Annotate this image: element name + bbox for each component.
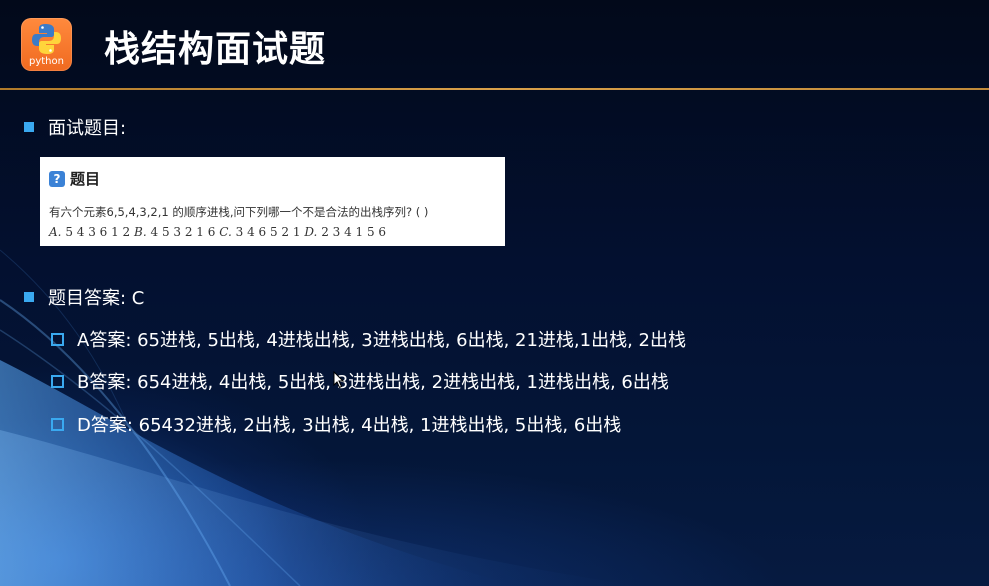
option-letter: A. bbox=[49, 225, 62, 239]
answer-text: A答案: 65进栈, 5出栈, 4进栈出栈, 3进栈出栈, 6出栈, 21进栈,… bbox=[77, 330, 687, 351]
option-letter: C. bbox=[219, 225, 232, 239]
bullet-square-icon bbox=[24, 292, 34, 302]
question-card: ? 题目 有六个元素6,5,4,3,2,1 的顺序进栈,问下列哪一个不是合法的出… bbox=[40, 157, 505, 246]
option-value: 3 4 6 5 2 1 bbox=[235, 225, 301, 239]
header-divider bbox=[0, 88, 989, 90]
question-options: A. 5 4 3 6 1 2 B. 4 5 3 2 1 6 C. 3 4 6 5… bbox=[49, 225, 386, 239]
mouse-cursor-icon bbox=[333, 371, 345, 389]
option-value: 2 3 4 1 5 6 bbox=[321, 225, 387, 239]
answer-text: B答案: 654进栈, 4出栈, 5出栈, 3进栈出栈, 2进栈出栈, 1进栈出… bbox=[77, 372, 669, 393]
question-heading-label: 面试题目: bbox=[48, 118, 127, 139]
answer-item-d: D答案: 65432进栈, 2出栈, 3出栈, 4出栈, 1进栈出栈, 5出栈,… bbox=[51, 411, 621, 437]
answer-heading-label: 题目答案: C bbox=[48, 288, 145, 309]
hollow-square-bullet-icon bbox=[51, 332, 64, 346]
hollow-square-bullet-icon bbox=[51, 374, 64, 388]
answer-text: D答案: 65432进栈, 2出栈, 3出栈, 4出栈, 1进栈出栈, 5出栈,… bbox=[77, 415, 622, 436]
answer-item-b: B答案: 654进栈, 4出栈, 5出栈, 3进栈出栈, 2进栈出栈, 1进栈出… bbox=[51, 368, 669, 394]
question-card-header: ? 题目 bbox=[49, 168, 100, 189]
bullet-answer-heading: 题目答案: C bbox=[24, 284, 144, 310]
slide-header: python 栈结构面试题 bbox=[0, 0, 989, 88]
option-letter: B. bbox=[134, 225, 147, 239]
bullet-question-heading: 面试题目: bbox=[24, 114, 126, 140]
question-card-title: 题目 bbox=[70, 170, 101, 188]
python-logo: python bbox=[21, 18, 72, 71]
page-title: 栈结构面试题 bbox=[104, 29, 327, 70]
question-mark-icon: ? bbox=[49, 170, 65, 187]
answer-item-a: A答案: 65进栈, 5出栈, 4进栈出栈, 3进栈出栈, 6出栈, 21进栈,… bbox=[51, 326, 686, 352]
python-snake-icon bbox=[32, 24, 61, 54]
question-text: 有六个元素6,5,4,3,2,1 的顺序进栈,问下列哪一个不是合法的出栈序列? … bbox=[49, 205, 429, 219]
option-value: 5 4 3 6 1 2 bbox=[65, 225, 131, 239]
bullet-square-icon bbox=[24, 122, 34, 132]
logo-text: python bbox=[29, 56, 64, 67]
option-value: 4 5 3 2 1 6 bbox=[150, 225, 216, 239]
hollow-square-bullet-icon bbox=[51, 417, 64, 431]
slide: python 栈结构面试题 面试题目: ? 题目 有六个元素6,5,4,3,2,… bbox=[0, 0, 989, 586]
option-letter: D. bbox=[304, 225, 318, 239]
